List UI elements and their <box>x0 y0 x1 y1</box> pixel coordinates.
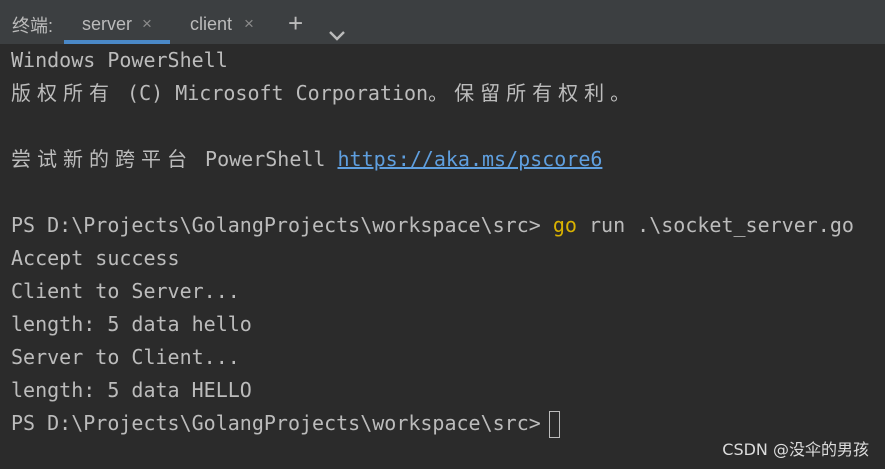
terminal-line: Windows PowerShell <box>11 48 228 72</box>
terminal-tabbar: 终端: server × client × + <box>0 0 885 44</box>
pscore-link[interactable]: https://aka.ms/pscore6 <box>338 147 603 171</box>
terminal-command-line: PS D:\Projects\GolangProjects\workspace\… <box>11 209 854 242</box>
terminal-prompt-line: PS D:\Projects\GolangProjects\workspace\… <box>11 407 560 440</box>
terminal-line: 版权所有 (C) Microsoft Corporation。保留所有权利。 <box>11 77 636 110</box>
terminal-line: length: 5 data HELLO <box>11 378 252 402</box>
chevron-down-icon[interactable] <box>328 14 346 41</box>
text-cursor <box>548 411 560 438</box>
chevron-down-svg <box>329 31 345 41</box>
prompt: PS D:\Projects\GolangProjects\workspace\… <box>11 411 541 435</box>
tab-server[interactable]: server × <box>64 0 170 44</box>
terminal-line: Server to Client... <box>11 345 240 369</box>
command-args: run .\socket_server.go <box>576 213 854 237</box>
watermark: CSDN @没伞的男孩 <box>722 440 869 459</box>
tab-client-label: client <box>190 14 233 34</box>
try-text: PowerShell <box>193 147 338 171</box>
command-keyword: go <box>552 213 577 237</box>
try-cjk: 尝试新的跨平台 <box>11 147 193 171</box>
terminal-line: length: 5 data hello <box>11 312 252 336</box>
prompt: PS D:\Projects\GolangProjects\workspace\… <box>11 213 541 237</box>
terminal-line: Client to Server... <box>11 279 240 303</box>
terminal-line: Accept success <box>11 246 180 270</box>
copyright-rights: 。保留所有权利。 <box>428 81 637 105</box>
copyright-cjk: 版权所有 <box>11 81 115 105</box>
tab-client[interactable]: client × <box>178 0 270 44</box>
copyright-text: (C) Microsoft Corporation <box>115 81 429 105</box>
terminal-label: 终端: <box>12 16 54 36</box>
plus-icon[interactable]: + <box>288 0 303 44</box>
close-icon[interactable]: × <box>244 0 254 48</box>
terminal-line: 尝试新的跨平台 PowerShell https://aka.ms/pscore… <box>11 143 602 176</box>
